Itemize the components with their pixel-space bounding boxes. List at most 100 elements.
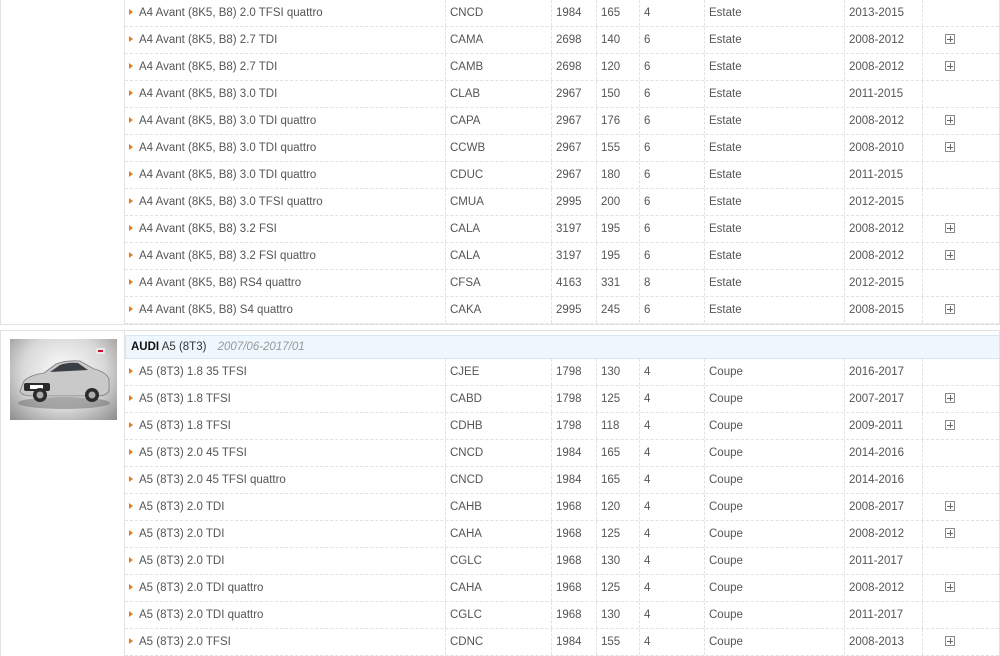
engine-model-name[interactable]: A5 (8T3) 2.0 TDI quattro (129, 575, 263, 601)
arrow-right-icon (129, 89, 133, 96)
column-divider (639, 243, 640, 269)
engine-model-name[interactable]: A5 (8T3) 2.0 45 TFSI (129, 440, 247, 466)
engine-row[interactable]: A4 Avant (8K5, B8) 3.0 TDI quattro CCWB 29… (125, 135, 999, 162)
engine-row[interactable]: A5 (8T3) 1.8 TFSI CABD 1798 125 4 Coupe 2007-2… (125, 386, 999, 413)
engine-row[interactable]: A4 Avant (8K5, B8) 3.2 FSI CALA 3197 195 6 Es… (125, 216, 999, 243)
arrow-right-icon (129, 421, 133, 428)
engine-capacity-cc: 4163 (556, 277, 582, 289)
engine-row[interactable]: A4 Avant (8K5, B8) S4 quattro CAKA 2995 245… (125, 297, 999, 324)
vehicle-thumbnail[interactable] (10, 339, 117, 420)
engine-row[interactable]: A5 (8T3) 2.0 TDI CGLC 1968 130 4 Coupe 2011-20… (125, 548, 999, 575)
engine-capacity-cc: 2698 (556, 34, 582, 46)
production-years: 2012-2015 (849, 196, 904, 208)
expand-button[interactable] (945, 142, 955, 152)
engine-model-name[interactable]: A4 Avant (8K5, B8) 3.2 FSI (129, 216, 277, 242)
vehicle-group-header[interactable]: AUDI A5 (8T3) 2007/06-2017/01 (125, 335, 999, 359)
engine-row[interactable]: A4 Avant (8K5, B8) 3.0 TDI quattro CDUC 29… (125, 162, 999, 189)
engine-code: CDHB (450, 420, 483, 432)
column-divider (596, 243, 597, 269)
engine-capacity-cc: 2967 (556, 115, 582, 127)
engine-model-name[interactable]: A5 (8T3) 1.8 TFSI (129, 386, 231, 412)
engine-model-name[interactable]: A5 (8T3) 2.0 TDI (129, 494, 224, 520)
column-divider (639, 81, 640, 107)
engine-model-name[interactable]: A5 (8T3) 1.8 TFSI (129, 413, 231, 439)
engine-row[interactable]: A4 Avant (8K5, B8) RS4 quattro CFSA 4163 33… (125, 270, 999, 297)
engine-row[interactable]: A5 (8T3) 2.0 45 TFSI CNCD 1984 165 4 Coupe 201… (125, 440, 999, 467)
engine-row[interactable]: A5 (8T3) 2.0 45 TFSI quattro CNCD 1984 165 4… (125, 467, 999, 494)
engine-power-kw: 195 (601, 223, 621, 235)
engine-model-name[interactable]: A5 (8T3) 1.8 35 TFSI (129, 359, 247, 385)
column-divider (922, 54, 923, 80)
engine-row[interactable]: A4 Avant (8K5, B8) 3.0 TDI CLAB 2967 150 6 Es… (125, 81, 999, 108)
expand-button[interactable] (945, 250, 955, 260)
engine-capacity-cc: 3197 (556, 250, 582, 262)
body-type: Coupe (709, 447, 743, 459)
engine-row[interactable]: A4 Avant (8K5, B8) 3.2 FSI quattro CALA 31… (125, 243, 999, 270)
expand-button[interactable] (945, 115, 955, 125)
plus-box-icon (945, 420, 955, 430)
engine-code: CNCD (450, 474, 484, 486)
engine-row[interactable]: A4 Avant (8K5, B8) 3.0 TFSI quattro CMUA 2… (125, 189, 999, 216)
engine-row[interactable]: A4 Avant (8K5, B8) 2.7 TDI CAMB 2698 120 6 Es… (125, 54, 999, 81)
engine-model-name[interactable]: A4 Avant (8K5, B8) 3.0 TFSI quattro (129, 189, 323, 215)
engine-row[interactable]: A5 (8T3) 2.0 TDI CAHA 1968 125 4 Coupe 2008-20… (125, 521, 999, 548)
engine-model-name[interactable]: A4 Avant (8K5, B8) 3.0 TDI quattro (129, 108, 316, 134)
model-name: A5 (8T3) (161, 341, 207, 353)
column-divider (704, 440, 705, 466)
engine-model-name[interactable]: A4 Avant (8K5, B8) S4 quattro (129, 297, 293, 323)
engine-cylinders: 6 (644, 142, 651, 154)
engine-row[interactable]: A5 (8T3) 2.0 TDI quattro CAHA 1968 125 4 Coup… (125, 575, 999, 602)
expand-button[interactable] (945, 304, 955, 314)
column-divider (445, 629, 446, 655)
production-period: 2007/06-2017/01 (217, 341, 305, 353)
engine-row[interactable]: A5 (8T3) 1.8 TFSI CDHB 1798 118 4 Coupe 2009-2… (125, 413, 999, 440)
column-divider (445, 413, 446, 439)
column-divider (596, 440, 597, 466)
engine-model-name[interactable]: A5 (8T3) 2.0 TFSI (129, 629, 231, 655)
engine-capacity-cc: 1798 (556, 366, 582, 378)
expand-button[interactable] (945, 636, 955, 646)
expand-button[interactable] (945, 582, 955, 592)
expand-button[interactable] (945, 501, 955, 511)
engine-power-kw: 125 (601, 582, 621, 594)
engine-model-name[interactable]: A5 (8T3) 2.0 TDI quattro (129, 602, 263, 628)
expand-button[interactable] (945, 34, 955, 44)
column-divider (445, 189, 446, 215)
expand-button[interactable] (945, 393, 955, 403)
engine-capacity-cc: 2995 (556, 196, 582, 208)
engine-row[interactable]: A5 (8T3) 2.0 TFSI CDNC 1984 155 4 Coupe 2008-2… (125, 629, 999, 656)
expand-button[interactable] (945, 223, 955, 233)
expand-button[interactable] (945, 528, 955, 538)
engine-model-name[interactable]: A4 Avant (8K5, B8) RS4 quattro (129, 270, 301, 296)
engine-model-name[interactable]: A4 Avant (8K5, B8) 2.0 TFSI quattro (129, 0, 323, 26)
engine-power-kw: 200 (601, 196, 621, 208)
engine-model-name[interactable]: A5 (8T3) 2.0 TDI (129, 548, 224, 574)
engine-row[interactable]: A4 Avant (8K5, B8) 2.0 TFSI quattro CNCD 1… (125, 0, 999, 27)
engine-power-kw: 155 (601, 636, 621, 648)
engine-row[interactable]: A5 (8T3) 2.0 TDI CAHB 1968 120 4 Coupe 2008-20… (125, 494, 999, 521)
engine-model-name[interactable]: A4 Avant (8K5, B8) 3.0 TDI (129, 81, 277, 107)
engine-model-name[interactable]: A5 (8T3) 2.0 45 TFSI quattro (129, 467, 286, 493)
engine-model-name[interactable]: A5 (8T3) 2.0 TDI (129, 521, 224, 547)
column-divider (551, 162, 552, 188)
engine-cylinders: 4 (644, 636, 651, 648)
engine-model-name[interactable]: A4 Avant (8K5, B8) 2.7 TDI (129, 54, 277, 80)
engine-model-name[interactable]: A4 Avant (8K5, B8) 3.0 TDI quattro (129, 135, 316, 161)
column-divider (844, 0, 845, 26)
engine-model-name[interactable]: A4 Avant (8K5, B8) 3.2 FSI quattro (129, 243, 316, 269)
engine-row[interactable]: A4 Avant (8K5, B8) 2.7 TDI CAMA 2698 140 6 Es… (125, 27, 999, 54)
vehicle-group-a5-8t3: AUDI A5 (8T3) 2007/06-2017/01 A5 (8T3) 1… (0, 331, 1000, 656)
body-type: Coupe (709, 393, 743, 405)
column-divider (922, 0, 923, 26)
expand-button[interactable] (945, 61, 955, 71)
engine-model-label: A5 (8T3) 2.0 45 TFSI quattro (139, 474, 286, 486)
expand-button[interactable] (945, 420, 955, 430)
engine-model-name[interactable]: A4 Avant (8K5, B8) 3.0 TDI quattro (129, 162, 316, 188)
engine-model-name[interactable]: A4 Avant (8K5, B8) 2.7 TDI (129, 27, 277, 53)
engine-row[interactable]: A4 Avant (8K5, B8) 3.0 TDI quattro CAPA 29… (125, 108, 999, 135)
engine-row[interactable]: A5 (8T3) 2.0 TDI quattro CGLC 1968 130 4 Coup… (125, 602, 999, 629)
column-divider (844, 81, 845, 107)
column-divider (596, 162, 597, 188)
column-divider (704, 0, 705, 26)
engine-row[interactable]: A5 (8T3) 1.8 35 TFSI CJEE 1798 130 4 Coupe 201… (125, 359, 999, 386)
